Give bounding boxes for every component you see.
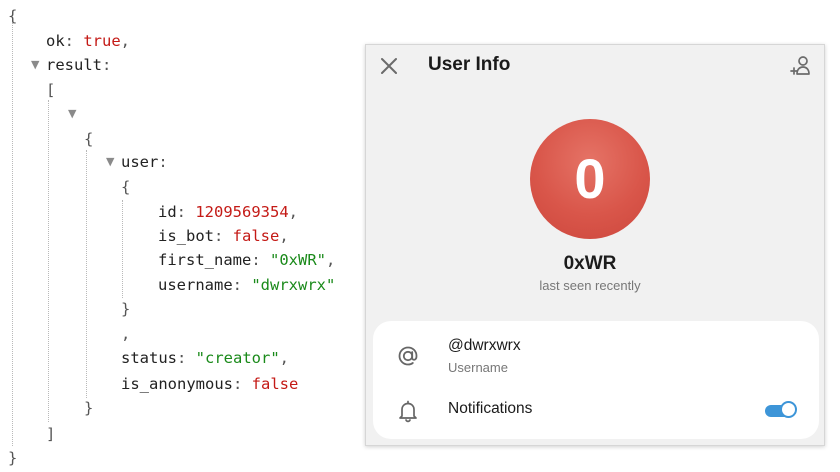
- json-key: status: [121, 349, 177, 367]
- json-value: "0xWR": [270, 251, 326, 269]
- json-brace-close: }: [121, 300, 131, 318]
- user-details-card: @dwrxwrx Username Notifications: [373, 321, 819, 439]
- json-key: user: [121, 153, 159, 171]
- json-value: 1209569354: [195, 203, 289, 221]
- json-row-status: status: "creator",: [121, 349, 290, 367]
- notifications-toggle[interactable]: [765, 401, 797, 419]
- json-key: username: [158, 276, 233, 294]
- collapse-triangle-icon[interactable]: ▼: [106, 152, 114, 172]
- json-comma: ,: [121, 325, 131, 343]
- json-key: is_bot: [158, 227, 214, 245]
- avatar[interactable]: 0: [530, 119, 650, 239]
- json-row-user: user:: [121, 153, 168, 171]
- username-label: Username: [448, 360, 508, 375]
- at-sign-icon: [398, 346, 418, 366]
- json-brace-open: {: [84, 130, 94, 148]
- json-value: "dwrxwrx": [251, 276, 336, 294]
- indent-guide: [12, 20, 13, 446]
- json-brace-open: {: [121, 178, 131, 196]
- indent-guide: [122, 200, 123, 298]
- notifications-label[interactable]: Notifications: [448, 400, 532, 418]
- json-row-is-bot: is_bot: false,: [158, 227, 289, 245]
- json-value: false: [251, 375, 299, 393]
- json-row-ok: ok: true,: [46, 32, 131, 50]
- json-value: true: [83, 32, 121, 50]
- json-bracket-open: [: [46, 81, 56, 99]
- json-value: "creator": [195, 349, 280, 367]
- panel-title: User Info: [428, 54, 511, 75]
- user-info-panel: User Info 0 0xWR last seen recently @dwr…: [365, 44, 825, 446]
- json-row-id: id: 1209569354,: [158, 203, 299, 221]
- last-seen-status: last seen recently: [539, 278, 641, 293]
- json-row-result: result:: [46, 56, 112, 74]
- collapse-triangle-icon[interactable]: ▼: [31, 55, 39, 75]
- json-key: id: [158, 203, 177, 221]
- json-brace-close: }: [8, 449, 18, 467]
- indent-guide: [48, 100, 49, 422]
- json-value: false: [232, 227, 280, 245]
- indent-guide: [86, 150, 87, 398]
- json-key: result: [46, 56, 102, 74]
- json-row-username: username: "dwrxwrx": [158, 276, 336, 294]
- toggle-knob: [780, 401, 797, 418]
- avatar-letter: 0: [574, 147, 606, 210]
- json-row-first-name: first_name: "0xWR",: [158, 251, 336, 269]
- json-key: is_anonymous: [121, 375, 233, 393]
- username-value[interactable]: @dwrxwrx: [448, 337, 521, 355]
- add-contact-icon[interactable]: [790, 54, 814, 78]
- json-bracket-close: ]: [46, 425, 56, 443]
- display-name: 0xWR: [563, 253, 617, 274]
- json-key: ok: [46, 32, 65, 50]
- collapse-triangle-icon[interactable]: ▼: [68, 104, 76, 124]
- json-row-is-anonymous: is_anonymous: false: [121, 375, 299, 393]
- bell-icon: [399, 400, 417, 423]
- json-key: first_name: [158, 251, 252, 269]
- json-brace-open: {: [8, 7, 18, 25]
- json-brace-close: }: [84, 399, 94, 417]
- close-icon[interactable]: [379, 56, 399, 76]
